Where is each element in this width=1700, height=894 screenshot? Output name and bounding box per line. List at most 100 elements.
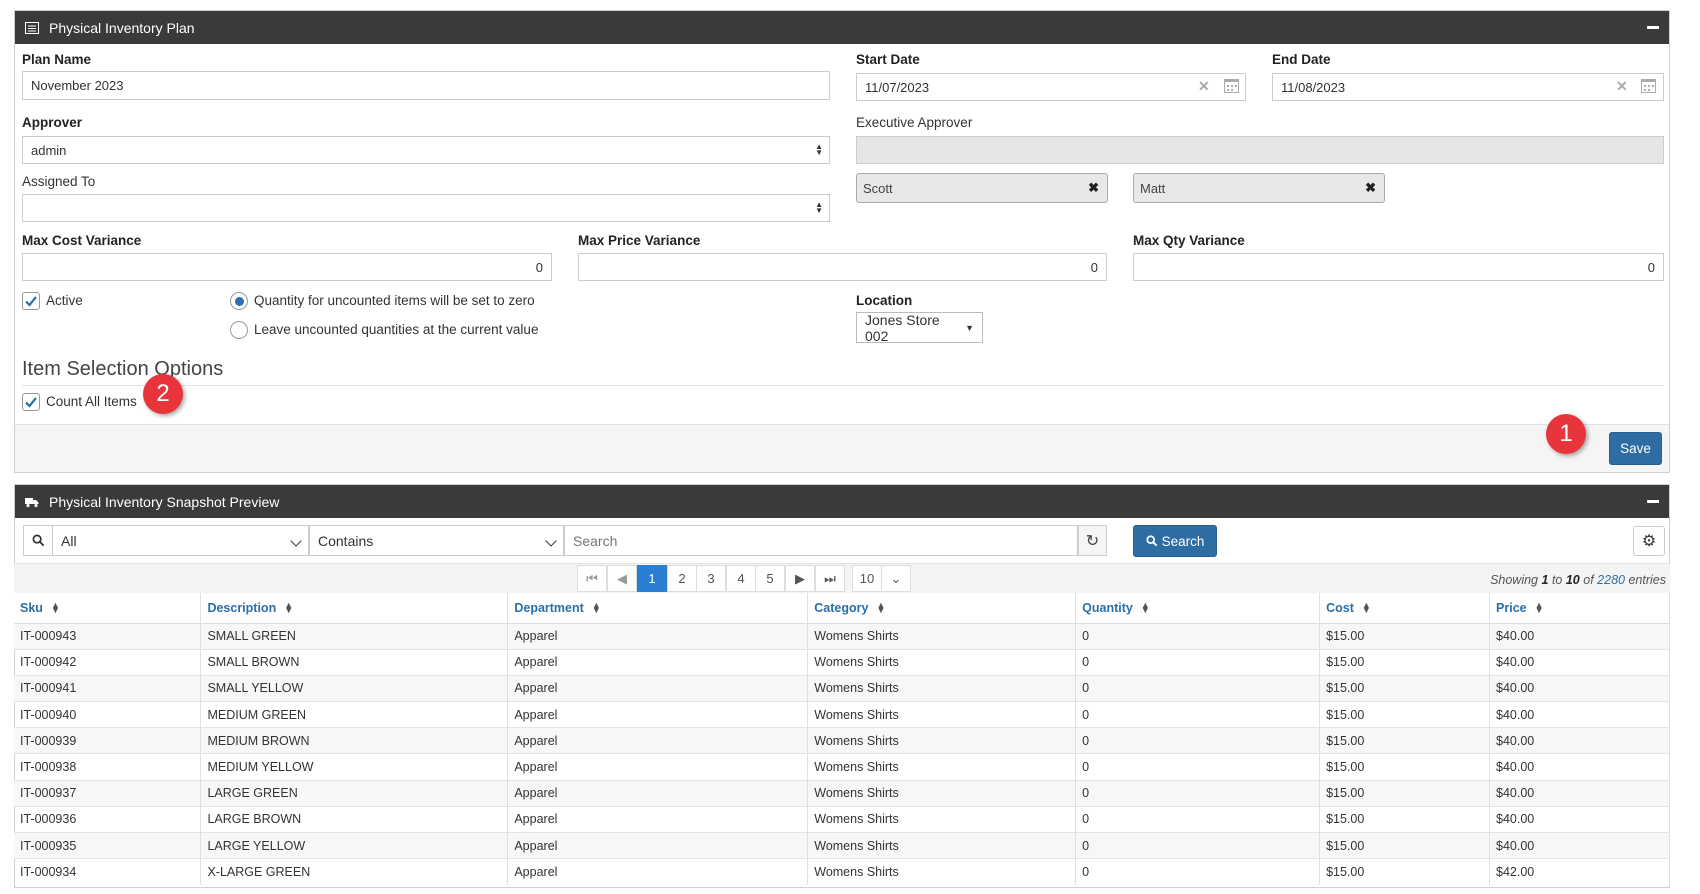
gear-icon[interactable]: ⚙ <box>1633 526 1665 556</box>
search-button[interactable]: Search <box>1133 525 1217 557</box>
count-all-items-checkbox[interactable] <box>22 393 40 411</box>
table-cell: MEDIUM GREEN <box>200 701 509 728</box>
max-cost-variance-input[interactable]: 0 <box>22 253 552 281</box>
table-cell: LARGE BROWN <box>200 805 509 833</box>
column-header-department[interactable]: Department ▲ ▼ <box>507 593 809 624</box>
column-header-category[interactable]: Category ▲ ▼ <box>807 593 1077 624</box>
column-header-cost[interactable]: Cost ▲ ▼ <box>1319 593 1491 624</box>
page-size-chevron-icon[interactable]: ⌄ <box>881 565 911 592</box>
checkmark-icon <box>25 397 37 408</box>
column-header-quantity[interactable]: Quantity ▲ ▼ <box>1075 593 1321 624</box>
table-cell: $15.00 <box>1319 805 1491 833</box>
radio-keep-current-label: Leave uncounted quantities at the curren… <box>254 322 539 337</box>
refresh-icon[interactable]: ↻ <box>1078 525 1107 556</box>
table-cell: $15.00 <box>1319 622 1491 650</box>
max-price-variance-label: Max Price Variance <box>578 233 701 248</box>
radio-set-zero[interactable] <box>230 292 248 310</box>
radio-keep-current[interactable] <box>230 321 248 339</box>
page-size-value: 10 <box>852 565 882 592</box>
start-date-input[interactable]: 11/07/2023 <box>856 73 1246 101</box>
save-button[interactable]: Save <box>1609 432 1662 465</box>
filter-field-value: All <box>61 532 77 549</box>
column-header-label: Cost <box>1326 600 1354 615</box>
end-date-label: End Date <box>1272 52 1331 67</box>
table-cell: Womens Shirts <box>807 701 1077 728</box>
column-header-label: Price <box>1496 600 1527 615</box>
table-row[interactable]: IT-000943 SMALL GREEN Apparel Womens Shirts… <box>14 622 1670 650</box>
end-date-calendar-icon[interactable] <box>1641 79 1656 93</box>
first-page-icon[interactable]: ⏮ <box>577 565 607 592</box>
table-cell: Apparel <box>507 622 809 650</box>
clear-end-date-icon[interactable]: ✕ <box>1616 78 1628 95</box>
column-header-label: Sku <box>20 600 43 615</box>
table-cell: $15.00 <box>1319 727 1491 754</box>
table-row[interactable]: IT-000939 MEDIUM BROWN Apparel Womens Shirt… <box>14 727 1670 754</box>
max-qty-variance-input[interactable]: 0 <box>1133 253 1664 281</box>
prev-page-icon[interactable]: ◀ <box>607 565 637 592</box>
column-header-sku[interactable]: Sku ▲ ▼ <box>14 593 202 624</box>
remove-tag-icon[interactable]: ✖ <box>1088 180 1099 196</box>
column-header-price[interactable]: Price ▲ ▼ <box>1489 593 1670 624</box>
approver-select[interactable]: admin ▲ ▼ <box>22 136 830 164</box>
callout-badge-1: 1 <box>1546 414 1586 454</box>
table-cell: Womens Shirts <box>807 805 1077 833</box>
list-icon <box>25 21 39 34</box>
table-row[interactable]: IT-000936 LARGE BROWN Apparel Womens Shirts… <box>14 805 1670 833</box>
assigned-tag-label: Matt <box>1140 180 1166 196</box>
table-row[interactable]: IT-000940 MEDIUM GREEN Apparel Womens Shirt… <box>14 701 1670 728</box>
page-1[interactable]: 1 <box>637 565 667 592</box>
table-row[interactable]: IT-000938 MEDIUM YELLOW Apparel Womens Shir… <box>14 753 1670 781</box>
page-4[interactable]: 4 <box>726 565 756 592</box>
table-cell: $15.00 <box>1319 753 1491 781</box>
location-dropdown[interactable]: Jones Store 002 ▼ <box>856 312 983 344</box>
column-header-description[interactable]: Description ▲ ▼ <box>200 593 509 624</box>
last-page-icon[interactable]: ⏭ <box>815 565 845 592</box>
search-icon <box>1146 535 1157 547</box>
table-cell: IT-000943 <box>14 622 202 650</box>
chevron-down-icon <box>545 535 557 547</box>
page-2[interactable]: 2 <box>667 565 697 592</box>
start-date-label: Start Date <box>856 52 920 67</box>
table-cell: 0 <box>1075 858 1321 885</box>
count-all-items-label: Count All Items <box>46 394 137 409</box>
divider <box>22 385 1664 386</box>
table-cell: MEDIUM BROWN <box>200 727 509 754</box>
select-updown-icon: ▲ ▼ <box>815 142 823 157</box>
max-price-variance-input[interactable]: 0 <box>578 253 1107 281</box>
assigned-tag-scott: Scott ✖ <box>856 173 1108 203</box>
table-row[interactable]: IT-000941 SMALL YELLOW Apparel Womens Shirt… <box>14 674 1670 702</box>
filter-operator-select[interactable]: Contains <box>309 525 564 556</box>
table-cell: Apparel <box>507 831 809 859</box>
collapse-icon[interactable] <box>1647 500 1659 503</box>
assigned-to-select[interactable]: ▲ ▼ <box>22 194 830 222</box>
table-cell: Apparel <box>507 858 809 885</box>
assigned-to-label: Assigned To <box>22 174 96 189</box>
sort-icon: ▲ ▼ <box>1361 600 1371 616</box>
search-icon <box>23 525 53 556</box>
table-row[interactable]: IT-000942 SMALL BROWN Apparel Womens Shirts… <box>14 648 1670 676</box>
table-cell: LARGE GREEN <box>200 779 509 807</box>
table-cell: 0 <box>1075 831 1321 859</box>
remove-tag-icon[interactable]: ✖ <box>1365 180 1376 196</box>
next-page-icon[interactable]: ▶ <box>785 565 815 592</box>
table-row[interactable]: IT-000937 LARGE GREEN Apparel Womens Shirts… <box>14 779 1670 807</box>
table-row[interactable]: IT-000934 X-LARGE GREEN Apparel Womens Shir… <box>14 858 1670 885</box>
filter-field-select[interactable]: All <box>52 525 309 556</box>
caret-down-icon: ▼ <box>965 322 974 333</box>
end-date-input[interactable]: 11/08/2023 <box>1272 73 1664 101</box>
start-date-calendar-icon[interactable] <box>1224 79 1239 93</box>
search-input[interactable]: Search <box>564 525 1078 556</box>
table-cell: $15.00 <box>1319 701 1491 728</box>
clear-start-date-icon[interactable]: ✕ <box>1198 78 1210 95</box>
plan-name-input[interactable]: November 2023 <box>22 71 830 100</box>
table-cell: Womens Shirts <box>807 622 1077 650</box>
page-3[interactable]: 3 <box>696 565 726 592</box>
collapse-icon[interactable] <box>1647 26 1659 29</box>
truck-icon <box>25 496 39 508</box>
page-5[interactable]: 5 <box>755 565 785 592</box>
table-cell: $40.00 <box>1489 831 1670 859</box>
plan-name-label: Plan Name <box>22 52 92 67</box>
table-row[interactable]: IT-000935 LARGE YELLOW Apparel Womens Shirt… <box>14 831 1670 859</box>
active-checkbox[interactable] <box>22 292 40 310</box>
table-cell: 0 <box>1075 701 1321 728</box>
